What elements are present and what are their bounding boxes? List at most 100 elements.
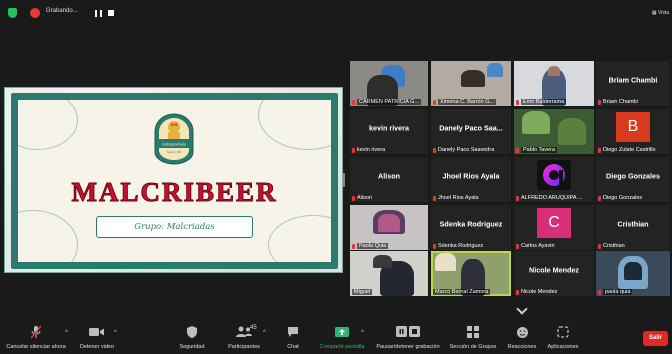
- chat-label: Chat: [287, 344, 299, 350]
- pause-recording-icon[interactable]: [95, 10, 102, 17]
- participant-tile[interactable]: Jhoel Rios Ayala Jhoel Rios Ayala: [431, 157, 511, 202]
- microphone-muted-icon: [352, 243, 355, 249]
- participant-tile[interactable]: Danely Paco Saa... Danely Paco Saavedra: [431, 109, 511, 154]
- shared-screen: ICG Golnquisibola Since 1 100 MALCRIBEER…: [4, 87, 343, 273]
- microphone-muted-icon: [433, 195, 436, 201]
- participant-name: Diego Gonzales: [603, 195, 643, 201]
- participant-name: Sdenka Rodriguez: [438, 243, 484, 249]
- participant-tile[interactable]: Sdenka Rodriguez Sdenka Rodriguez: [431, 205, 511, 250]
- decor-bubble: [18, 210, 78, 262]
- participant-tile[interactable]: Emir Balderrama: [514, 61, 594, 106]
- top-bar: Grabando... ▦ Vista: [0, 0, 672, 26]
- logo-bottom-text: Since 1 100: [167, 151, 182, 154]
- leave-button[interactable]: Salir: [643, 331, 668, 346]
- security-button[interactable]: Seguridad: [174, 320, 210, 354]
- microphone-muted-icon: [516, 243, 519, 249]
- participant-tile[interactable]: Pablo Tavera: [514, 109, 594, 154]
- breakout-rooms-button[interactable]: Sección de Grupos: [448, 320, 498, 354]
- participant-name-tag: Alison: [352, 195, 426, 201]
- participant-name-tag: Diego Zulate Castrillo: [598, 147, 668, 153]
- resize-handle[interactable]: [343, 173, 345, 187]
- participant-name-tag: Diego Gonzales: [598, 195, 668, 201]
- participant-name: Pablo Tavera: [521, 147, 558, 153]
- microphone-muted-icon: [598, 195, 601, 201]
- video-options-caret-icon[interactable]: ^: [114, 330, 117, 336]
- video-feed-shape: [378, 214, 400, 232]
- participant-tile[interactable]: B Diego Zulate Castrillo: [596, 109, 670, 154]
- participant-tile[interactable]: Miguel: [350, 251, 428, 296]
- participant-tile[interactable]: kevin rivera kevin rivera: [350, 109, 428, 154]
- logo-top-text: ICG: [171, 123, 178, 127]
- breakout-rooms-icon: [467, 326, 479, 338]
- shield-icon[interactable]: [8, 8, 17, 18]
- participant-display-name: Sdenka Rodriguez: [439, 219, 503, 229]
- participant-tile[interactable]: C Carlos Ayaviri: [514, 205, 594, 250]
- decor-bubble: [18, 100, 78, 150]
- participant-name: Ximena C. Barrón G...: [438, 99, 497, 105]
- participant-tile[interactable]: Marco Bernal Zamora: [431, 251, 511, 296]
- reactions-button[interactable]: Reacciones: [505, 320, 539, 354]
- participant-name-tag: Pablo Tavera: [516, 147, 592, 153]
- participant-name: Danely Paco Saavedra: [438, 147, 495, 153]
- participant-tile[interactable]: CARMEN PATRICIA G...: [350, 61, 428, 106]
- participant-tile[interactable]: Ximena C. Barrón G...: [431, 61, 511, 106]
- share-screen-icon: [335, 327, 349, 337]
- participant-tile[interactable]: Paola Quia: [350, 205, 428, 250]
- participant-tile[interactable]: Briam Chambi Briam Chambi: [596, 61, 670, 106]
- participant-tile[interactable]: Nicole Mendez Nicole Mendez: [514, 251, 594, 296]
- unmute-button[interactable]: Cancelar silenciar ahora: [5, 320, 67, 354]
- participant-name-tag: CARMEN PATRICIA G...: [352, 99, 426, 105]
- view-button[interactable]: ▦ Vista: [652, 10, 669, 16]
- subtitle-box: Grupo: Malcriadas: [96, 216, 253, 238]
- microphone-muted-icon: [352, 195, 355, 201]
- video-feed-shape: [435, 253, 456, 272]
- chat-button[interactable]: Chat: [281, 320, 305, 354]
- participant-name-tag: Emir Balderrama: [516, 99, 592, 105]
- participants-button[interactable]: Participantes: [222, 320, 266, 354]
- video-feed-shape: [487, 63, 503, 77]
- smiley-icon: [516, 326, 528, 338]
- participants-options-caret-icon[interactable]: ^: [263, 330, 266, 336]
- decor-bubble: [268, 215, 331, 262]
- participant-name: Marco Bernal Zamora: [433, 289, 491, 295]
- video-feed-shape: [558, 118, 586, 145]
- participant-tile[interactable]: ALFREDO ARUQUIPA ...: [514, 157, 594, 202]
- participant-name: Nicole Mendez: [521, 289, 558, 295]
- participant-name: Cristhian: [603, 243, 625, 249]
- participant-tile[interactable]: Diego Gonzales Diego Gonzales: [596, 157, 670, 202]
- microphone-muted-icon: [352, 99, 355, 105]
- microphone-muted-icon: [516, 289, 519, 295]
- apps-button[interactable]: Aplicaciones: [543, 320, 583, 354]
- participant-tile[interactable]: paola quia: [596, 251, 670, 296]
- pause-stop-icon: [396, 326, 420, 337]
- slide-frame: ICG Golnquisibola Since 1 100 MALCRIBEER…: [11, 93, 338, 269]
- participant-display-name: Cristhian: [617, 219, 649, 229]
- participant-tile[interactable]: Cristhian Cristhian: [596, 205, 670, 250]
- stop-recording-icon[interactable]: [108, 10, 114, 16]
- participant-name-tag: Briam Chambi: [598, 99, 668, 105]
- participant-display-name: Alison: [378, 171, 400, 181]
- participants-label: Participantes: [228, 344, 260, 350]
- share-options-caret-icon[interactable]: ^: [361, 330, 364, 336]
- microphone-muted-icon: [30, 325, 42, 339]
- microphone-muted-icon: [516, 99, 519, 105]
- video-feed-shape: [547, 65, 561, 77]
- reactions-label: Reacciones: [507, 344, 537, 350]
- participant-name: Carlos Ayaviri: [521, 243, 555, 249]
- video-feed-shape: [461, 70, 486, 88]
- pause-stop-recording-button[interactable]: Pausar/detener grabación: [373, 320, 443, 354]
- chevron-down-icon[interactable]: [516, 303, 528, 315]
- audio-options-caret-icon[interactable]: ^: [65, 330, 68, 336]
- participant-display-name: Danely Paco Saa...: [439, 123, 503, 133]
- unmute-label: Cancelar silenciar ahora: [6, 344, 66, 350]
- participant-name: Diego Zulate Castrillo: [603, 147, 656, 153]
- participant-name: Paola Quia: [357, 243, 389, 249]
- participants-count: 45: [250, 325, 257, 331]
- participant-name-tag: Paola Quia: [352, 243, 426, 249]
- view-label: Vista: [657, 10, 669, 16]
- participant-name-tag: paola quia: [598, 289, 668, 295]
- participant-tile[interactable]: Alison Alison: [350, 157, 428, 202]
- share-screen-button[interactable]: Compartir pantalla: [315, 320, 369, 354]
- apps-icon: [557, 326, 569, 338]
- stop-video-button[interactable]: Detener video: [77, 320, 117, 354]
